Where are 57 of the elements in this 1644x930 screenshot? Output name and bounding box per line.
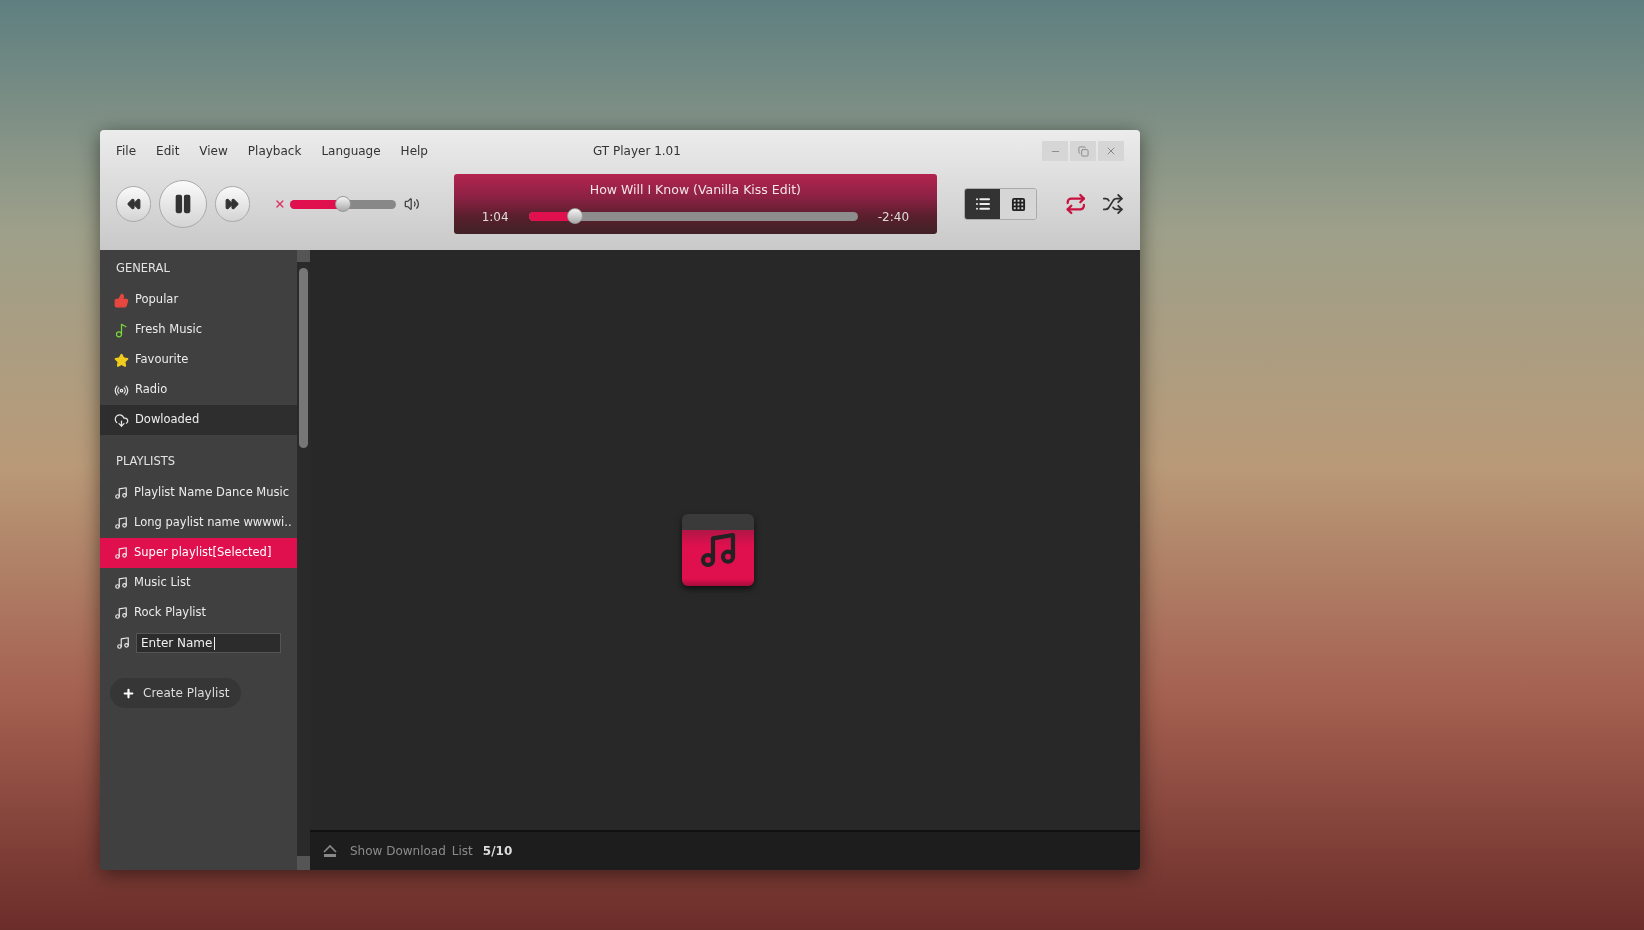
download-list-toggle[interactable]: List [451, 842, 473, 860]
music-notes-icon [114, 606, 128, 620]
fast-forward-button[interactable] [214, 186, 250, 222]
window-title: GT Player 1.01 [593, 143, 681, 160]
music-notes-icon [114, 486, 128, 500]
track-title: How Will I Know (Vanilla Kiss Edit) [588, 181, 802, 199]
shuffle-icon[interactable] [1102, 193, 1124, 215]
sidebar-item[interactable]: Fresh Music [100, 315, 297, 345]
menu-item[interactable]: Playback [247, 142, 302, 160]
menu-item[interactable]: File [116, 142, 137, 160]
music-notes-icon [116, 636, 130, 650]
list-view-button[interactable] [965, 189, 1001, 219]
sidebar-item[interactable]: Rock Playlist [100, 598, 297, 628]
music-notes-icon [114, 576, 128, 590]
thumbs-up-icon [114, 292, 129, 308]
name-input-field[interactable]: Enter Name [136, 633, 281, 653]
create-playlist-button[interactable]: Create Playlist [110, 678, 242, 708]
grid-icon [1010, 196, 1026, 212]
fast-forward-icon [225, 197, 240, 211]
plus-icon [122, 686, 135, 700]
menu-item[interactable]: View [199, 142, 228, 160]
sidebar-item[interactable]: Super playlist[Selected] [100, 538, 297, 568]
repeat-icon[interactable] [1064, 193, 1087, 215]
sidebar-item[interactable]: Music List [100, 568, 297, 598]
restore-icon [1077, 145, 1089, 157]
sidebar-item[interactable]: Popular [100, 285, 297, 315]
music-note-icon [114, 322, 129, 338]
rewind-button[interactable] [116, 186, 152, 222]
cloud-download-icon [114, 412, 129, 428]
section-heading: GENERAL [115, 260, 171, 277]
menu-item[interactable]: Help [400, 142, 428, 160]
sidebar-item[interactable]: Radio [100, 375, 297, 405]
close-icon [1105, 145, 1117, 157]
section-heading: PLAYLISTS [115, 453, 177, 470]
elapsed-time: 1:04 [481, 208, 509, 226]
eject-icon[interactable] [322, 844, 338, 858]
sidebar-item[interactable]: Playlist Name Dance Music [100, 478, 297, 508]
list-icon [974, 196, 991, 212]
menu-item[interactable]: Language [321, 142, 381, 160]
music-notes-icon [114, 516, 128, 530]
sidebar-item[interactable]: Favourite [100, 345, 297, 375]
download-count: 5/10 [482, 843, 513, 860]
scrollbar[interactable] [297, 250, 310, 870]
speaker-icon[interactable] [403, 196, 420, 212]
star-icon [114, 352, 129, 368]
volume-thumb[interactable] [334, 195, 351, 212]
sidebar-item[interactable]: Dowloaded [100, 405, 297, 435]
download-list-toggle[interactable]: Show Download [350, 842, 446, 860]
pause-button[interactable] [159, 180, 207, 228]
music-notes-icon [114, 546, 128, 560]
sidebar-item[interactable]: Long paylist name wwwwi.. [100, 508, 297, 538]
mute-icon[interactable] [274, 198, 286, 210]
rewind-icon [126, 197, 141, 211]
grid-view-button[interactable] [1000, 189, 1036, 219]
remaining-time: -2:40 [877, 208, 910, 226]
seek-thumb[interactable] [566, 208, 583, 225]
menu-item[interactable]: Edit [156, 142, 180, 160]
